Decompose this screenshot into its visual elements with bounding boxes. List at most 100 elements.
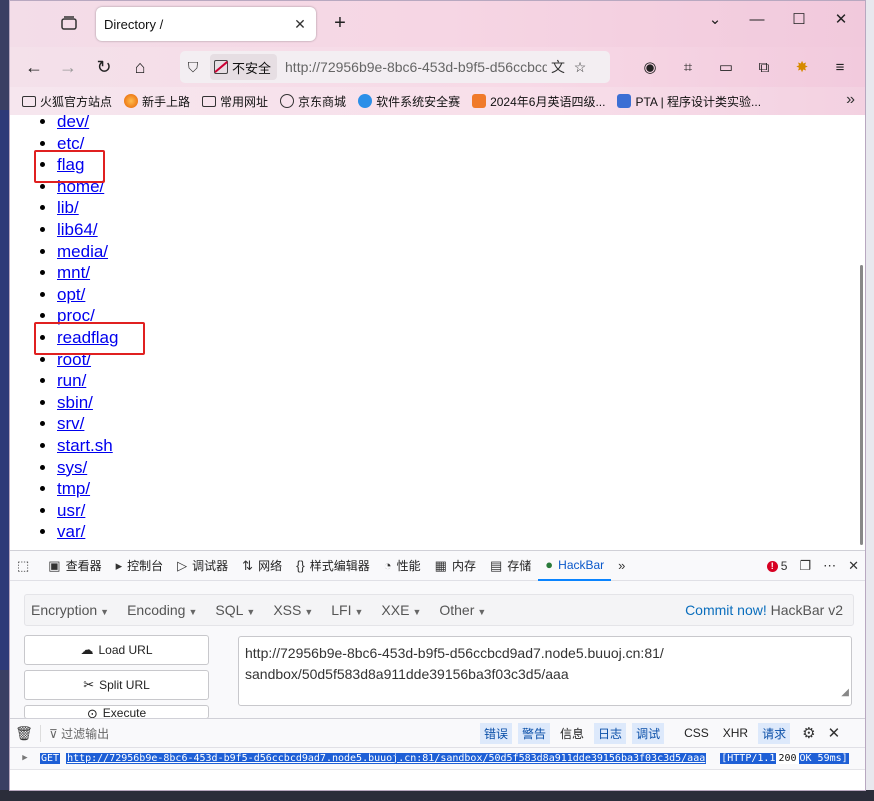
- gear-icon[interactable]: ⚙: [802, 724, 815, 742]
- hackbar-menu: Encryption ▼ Encoding ▼ SQL ▼ XSS ▼ LFI ▼ XXE…: [24, 594, 854, 626]
- extension-fox-icon[interactable]: ✸: [790, 55, 814, 79]
- close-tab-icon[interactable]: ✕: [292, 16, 308, 32]
- tab-network[interactable]: ⇅ 网络: [235, 551, 289, 581]
- dir-link[interactable]: mnt/: [57, 263, 90, 282]
- dir-link[interactable]: lib/: [57, 198, 79, 217]
- caret-down-icon: ▼: [354, 607, 364, 617]
- tracking-protection-icon[interactable]: ⛉: [180, 59, 206, 76]
- pip-icon[interactable]: ▭: [714, 55, 738, 79]
- close-devtools-icon[interactable]: ✕: [848, 558, 859, 574]
- url-text[interactable]: http://72956b9e-8bc6-453d-b9f5-d56ccbcd9…: [285, 59, 547, 75]
- menu-xss[interactable]: XSS ▼: [267, 602, 319, 618]
- error-count-badge[interactable]: ! 5: [766, 559, 787, 573]
- pta-icon: [617, 94, 632, 108]
- filter-debug[interactable]: 调试: [632, 722, 665, 744]
- menu-icon[interactable]: ≡: [828, 55, 852, 79]
- close-split-console-icon[interactable]: ✕: [828, 724, 841, 742]
- dir-link[interactable]: tmp/: [57, 479, 90, 498]
- tab-debugger[interactable]: ▷ 调试器: [170, 551, 235, 581]
- tab-list-button[interactable]: [58, 12, 80, 34]
- filter-warnings[interactable]: 警告: [518, 722, 551, 744]
- more-bookmarks-chevron-icon[interactable]: »: [846, 91, 855, 109]
- filter-css[interactable]: CSS: [680, 724, 713, 742]
- address-bar[interactable]: ⛉ 不安全 http://72956b9e-8bc6-453d-b9f5-d56…: [180, 51, 610, 83]
- screenshot-icon[interactable]: ⌗: [676, 55, 700, 79]
- trash-icon[interactable]: 🗑: [10, 725, 38, 742]
- forward-button[interactable]: →: [56, 55, 80, 79]
- tab-style-editor[interactable]: {} 样式编辑器: [289, 551, 377, 581]
- bookmark-item[interactable]: 火狐官方站点: [22, 93, 112, 110]
- more-tabs-chevron-icon[interactable]: »: [611, 551, 637, 581]
- insecure-label: 不安全: [232, 60, 272, 76]
- tab-performance[interactable]: ◔ 性能: [377, 551, 428, 581]
- dir-link[interactable]: media/: [57, 242, 108, 261]
- dir-link[interactable]: dev/: [57, 115, 89, 131]
- caret-down-icon: ▼: [100, 607, 110, 617]
- resize-handle-icon[interactable]: ◢: [841, 682, 849, 703]
- menu-xxe[interactable]: XXE ▼: [375, 602, 427, 618]
- maximize-button[interactable]: ☐: [789, 9, 809, 29]
- split-url-button[interactable]: ✂ Split URL: [24, 670, 209, 700]
- element-picker-icon[interactable]: ⬚: [10, 551, 41, 581]
- menu-other[interactable]: Other ▼: [433, 602, 492, 618]
- dir-link[interactable]: lib64/: [57, 220, 98, 239]
- menu-encryption[interactable]: Encryption ▼: [25, 602, 115, 618]
- list-item: opt/: [57, 284, 118, 306]
- extensions-icon[interactable]: ⧉: [752, 55, 776, 79]
- tab-directory[interactable]: Directory / ✕: [96, 7, 316, 41]
- log-url[interactable]: http://72956b9e-8bc6-453d-b9f5-d56ccbcd9…: [66, 752, 707, 764]
- tab-console[interactable]: ▸ 控制台: [109, 551, 171, 581]
- filter-errors[interactable]: 错误: [480, 722, 513, 744]
- bookmark-item[interactable]: 2024年6月英语四级...: [472, 93, 605, 110]
- menu-sql[interactable]: SQL ▼: [209, 602, 261, 618]
- console-input[interactable]: [10, 769, 865, 790]
- dir-link[interactable]: sbin/: [57, 393, 93, 412]
- bookmark-item[interactable]: 新手上路: [124, 93, 190, 110]
- execute-button[interactable]: ⊙ Execute: [24, 705, 209, 719]
- filter-xhr[interactable]: XHR: [719, 724, 752, 742]
- bookmark-item[interactable]: 京东商城: [280, 93, 346, 110]
- minimize-button[interactable]: —: [747, 9, 767, 29]
- inspector-icon: ▣: [48, 557, 61, 573]
- tab-inspector[interactable]: ▣ 查看器: [41, 551, 108, 581]
- commit-now-link[interactable]: Commit now!: [685, 602, 767, 618]
- home-button[interactable]: ⌂: [128, 55, 152, 79]
- dir-link[interactable]: start.sh: [57, 436, 113, 455]
- insecure-connection-indicator[interactable]: 不安全: [210, 54, 278, 80]
- more-options-icon[interactable]: ⋯: [823, 558, 836, 574]
- dir-link[interactable]: var/: [57, 522, 85, 541]
- url-textarea[interactable]: http://72956b9e-8bc6-453d-b9f5-d56ccbcd9…: [238, 636, 852, 706]
- load-url-button[interactable]: ☁ Load URL: [24, 635, 209, 665]
- back-button[interactable]: ←: [22, 55, 46, 79]
- console-log-row[interactable]: ▶ GET http://72956b9e-8bc6-453d-b9f5-d56…: [10, 749, 865, 767]
- tab-storage[interactable]: ▤ 存储: [483, 551, 538, 581]
- reload-button[interactable]: ↻: [92, 55, 116, 79]
- bookmark-item[interactable]: 软件系统安全赛: [358, 93, 460, 110]
- filter-logs[interactable]: 日志: [594, 722, 627, 744]
- tab-hackbar[interactable]: ● HackBar: [538, 551, 612, 581]
- close-window-button[interactable]: ✕: [831, 9, 851, 29]
- tab-memory[interactable]: ▦ 内存: [428, 551, 483, 581]
- scrollbar-thumb[interactable]: [860, 265, 863, 545]
- dir-link[interactable]: usr/: [57, 501, 85, 520]
- filter-info[interactable]: 信息: [556, 723, 588, 744]
- translate-icon[interactable]: 文: [547, 57, 569, 77]
- bookmark-item[interactable]: PTA | 程序设计类实验...: [617, 93, 761, 110]
- list-all-tabs-icon[interactable]: ⌄: [705, 9, 725, 29]
- page-scrollbar[interactable]: [857, 115, 865, 550]
- filter-requests[interactable]: 请求: [758, 722, 791, 744]
- expand-arrow-icon[interactable]: ▶: [10, 753, 40, 763]
- filter-output-input[interactable]: ⊽ 过滤输出: [40, 724, 480, 742]
- bookmark-star-icon[interactable]: ☆: [569, 59, 591, 76]
- dock-side-icon[interactable]: ❐: [799, 558, 811, 574]
- dir-link[interactable]: opt/: [57, 285, 85, 304]
- menu-lfi[interactable]: LFI ▼: [325, 602, 369, 618]
- cloud-download-icon: ☁: [80, 642, 94, 657]
- account-icon[interactable]: ◉: [638, 55, 662, 79]
- menu-encoding[interactable]: Encoding ▼: [121, 602, 203, 618]
- dir-link[interactable]: run/: [57, 371, 86, 390]
- dir-link[interactable]: sys/: [57, 458, 87, 477]
- bookmark-item[interactable]: 常用网址: [202, 93, 268, 110]
- new-tab-button[interactable]: +: [328, 11, 352, 35]
- dir-link[interactable]: srv/: [57, 414, 84, 433]
